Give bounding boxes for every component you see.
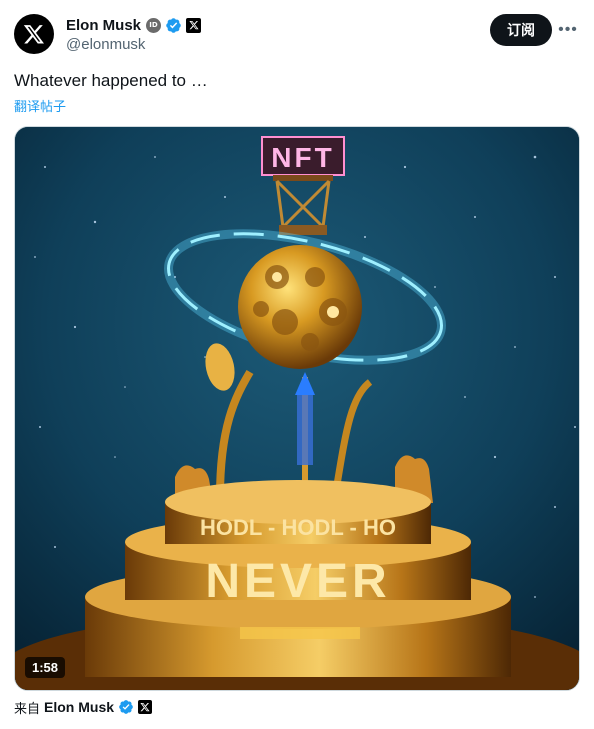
nft-sign-text: NFT	[271, 142, 334, 173]
from-attribution: 来自 Elon Musk	[14, 697, 153, 717]
tweet-header: Elon Musk ID @elonmusk 订阅 •••	[14, 14, 580, 58]
video-frame: NFT HODL - HODL - HO NEVER	[15, 127, 579, 690]
hodl-ring-text: HODL - HODL - HO	[200, 515, 396, 540]
translate-post-link[interactable]: 翻译帖子	[14, 96, 66, 115]
subscribe-button[interactable]: 订阅	[490, 14, 552, 46]
avatar[interactable]	[14, 14, 54, 54]
video-player[interactable]: NFT HODL - HODL - HO NEVER 1:58	[14, 126, 580, 691]
never-base-text: NEVER	[205, 555, 390, 608]
x-logo-icon	[23, 25, 44, 44]
verified-badge-icon[interactable]	[118, 699, 134, 715]
display-name[interactable]: Elon Musk	[66, 17, 141, 34]
from-author-name[interactable]: Elon Musk	[44, 699, 114, 715]
tweet-text: Whatever happened to …	[14, 71, 208, 90]
x-affiliate-icon[interactable]	[138, 700, 153, 714]
verified-badge-icon[interactable]	[165, 17, 182, 34]
from-prefix: 来自	[14, 701, 41, 717]
more-options-icon[interactable]: •••	[556, 18, 580, 42]
video-duration: 1:58	[25, 657, 66, 678]
user-handle[interactable]: @elonmusk	[66, 36, 145, 53]
x-affiliate-icon[interactable]	[186, 17, 202, 33]
id-verification-icon: ID	[146, 17, 162, 33]
name-row: Elon Musk ID	[66, 15, 202, 35]
